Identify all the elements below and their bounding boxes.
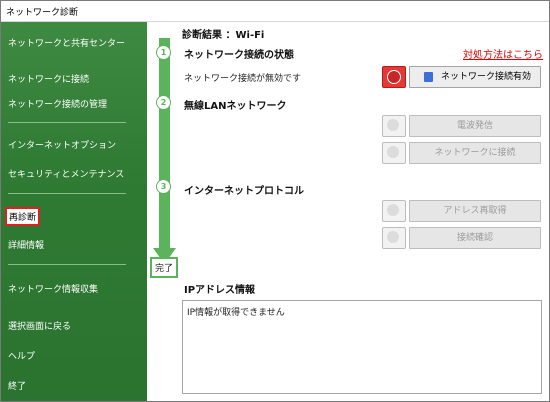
sidebar-item-manage-connections[interactable]: ネットワーク接続の管理 [8,97,107,110]
wireless-icon [382,115,406,137]
sidebar-item-security-maintenance[interactable]: セキュリティとメンテナンス [8,167,124,180]
connect-network-button[interactable]: ネットワークに接続 [409,142,541,164]
sidebar-item-collect-network-info[interactable]: ネットワーク情報収集 [8,282,98,295]
sidebar: ネットワークと共有センター ネットワークに接続 ネットワーク接続の管理 インター… [1,22,147,401]
step-number-1: 1 [156,45,171,60]
step-3-title: インターネットプロトコル [184,186,304,197]
connect-icon [382,142,406,164]
main-panel: 診断結果 ：Wi-Fi 1 ネットワーク接続の状態 対処方法はこちら ネットワー… [147,22,549,401]
network-diagnosis-window: ネットワーク診断 ネットワークと共有センター ネットワークに接続 ネットワーク接… [0,0,550,402]
step-2-title: 無線LANネットワーク [184,101,287,112]
ip-info-textarea[interactable]: IP情報が取得できません [182,300,542,394]
enable-network-label: ネットワーク接続有効 [440,72,531,82]
radio-transmit-button[interactable]: 電波発信 [409,115,541,137]
sidebar-divider [8,264,126,265]
sidebar-item-connect-network[interactable]: ネットワークに接続 [8,72,89,85]
shield-icon [424,72,433,82]
renew-address-button[interactable]: アドレス再取得 [409,200,541,222]
sidebar-item-back-to-selection[interactable]: 選択画面に戻る [8,319,71,332]
connection-status-text: ネットワーク接続が無効です [184,74,302,84]
done-label: 完了 [150,257,179,278]
ip-info-title: IPアドレス情報 [184,285,256,296]
sidebar-divider [8,193,126,194]
step-number-2: 2 [156,95,171,110]
sidebar-item-network-sharing-center[interactable]: ネットワークと共有センター [8,36,125,49]
progress-arrow [153,38,176,264]
help-link[interactable]: 対処方法はこちら [463,46,543,61]
address-icon [382,200,406,222]
sidebar-item-details[interactable]: 詳細情報 [8,238,44,251]
sidebar-item-rediagnose[interactable]: 再診断 [5,207,41,226]
sidebar-item-exit[interactable]: 終了 [8,379,26,392]
result-title: 診断結果 ：Wi-Fi [182,30,265,41]
step-number-3: 3 [156,179,171,194]
error-status-icon [382,66,406,88]
step-1-title: ネットワーク接続の状態 [184,50,294,61]
window-title: ネットワーク診断 [6,8,79,18]
title-bar: ネットワーク診断 [1,1,549,22]
check-connection-button[interactable]: 接続確認 [409,227,541,249]
sidebar-item-help[interactable]: ヘルプ [8,349,35,362]
sidebar-divider [8,122,126,123]
enable-network-button[interactable]: ネットワーク接続有効 [409,66,541,88]
check-icon [382,227,406,249]
sidebar-item-internet-options[interactable]: インターネットオプション [8,138,116,151]
